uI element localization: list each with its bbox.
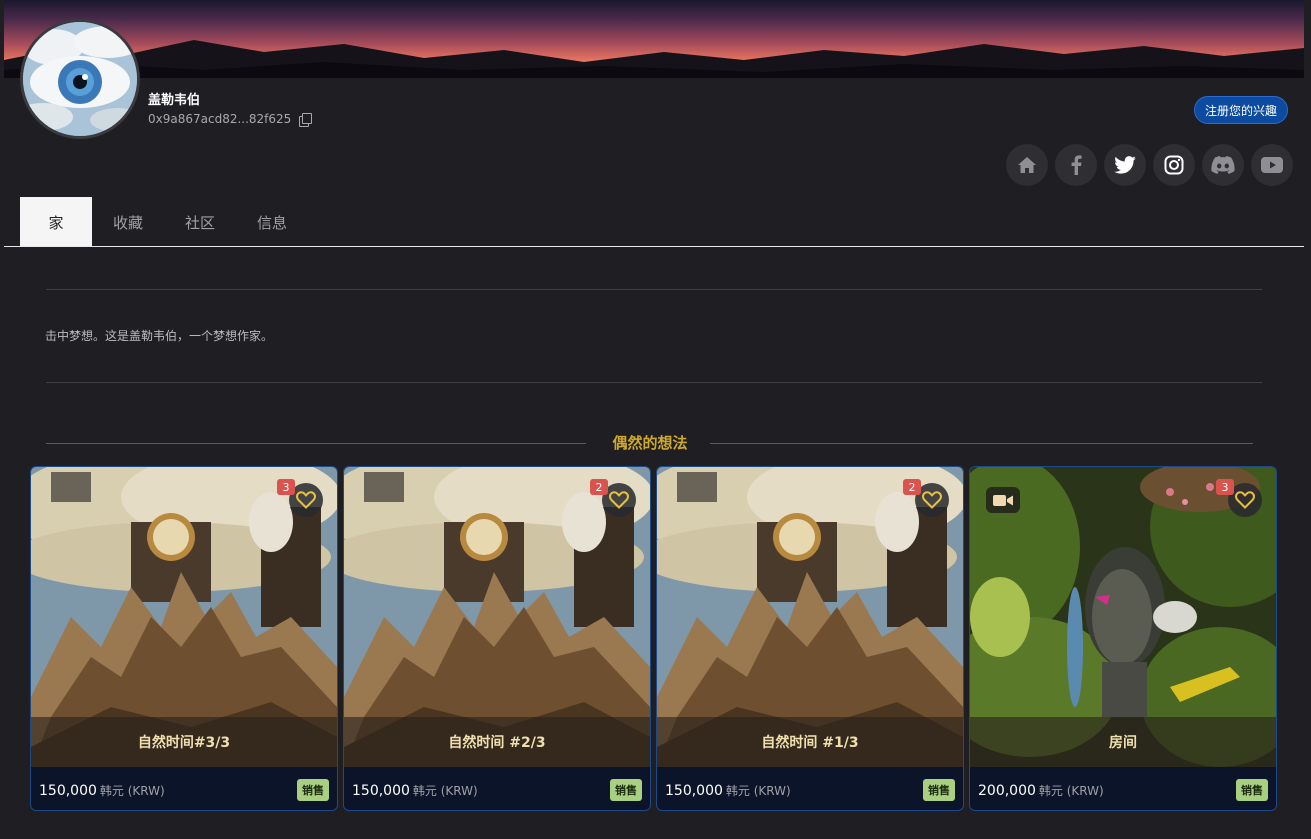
price-value: 200,000: [978, 783, 1036, 799]
copy-icon[interactable]: [299, 113, 313, 127]
price-value: 150,000: [665, 783, 723, 799]
discord-icon[interactable]: [1202, 144, 1244, 186]
artwork-title: 自然时间 #2/3: [344, 717, 650, 767]
card-footer: 150,000 韩元 (KRW) 销售: [657, 767, 963, 810]
video-icon: [986, 487, 1020, 513]
artwork-card[interactable]: 3 自然时间#3/3 150,000 韩元 (KRW) 销售: [30, 466, 338, 811]
profile-name: 盖勒韦伯: [148, 93, 201, 108]
card-footer: 150,000 韩元 (KRW) 销售: [31, 767, 337, 810]
profile-tabs: 家 收藏 社区 信息: [20, 197, 308, 247]
card-footer: 200,000 韩元 (KRW) 销售: [970, 767, 1276, 810]
artwork-grid: 3 自然时间#3/3 150,000 韩元 (KRW) 销售 2 自然时间 #2…: [30, 466, 1277, 811]
register-interest-button[interactable]: 注册您的兴趣: [1194, 96, 1288, 124]
artwork-title: 自然时间#3/3: [31, 717, 337, 767]
social-links: [1006, 144, 1293, 186]
wallet-address: 0x9a867acd82...82f625: [148, 112, 313, 127]
price-value: 150,000: [39, 783, 97, 799]
price-value: 150,000: [352, 783, 410, 799]
home-icon[interactable]: [1006, 144, 1048, 186]
sale-button[interactable]: 销售: [923, 778, 955, 801]
sale-button[interactable]: 销售: [297, 778, 329, 801]
twitter-icon[interactable]: [1104, 144, 1146, 186]
price-currency: 韩元 (KRW): [725, 784, 791, 798]
price-block: 150,000 韩元 (KRW): [352, 780, 478, 799]
profile-bio: 击中梦想。这是盖勒韦伯，一个梦想作家。: [45, 329, 274, 343]
section-line-right: [710, 443, 1253, 444]
tab-community[interactable]: 社区: [164, 197, 236, 247]
bio-divider-bottom: [46, 382, 1262, 383]
sale-button[interactable]: 销售: [610, 778, 642, 801]
artwork-card[interactable]: 2 自然时间 #1/3 150,000 韩元 (KRW) 销售: [656, 466, 964, 811]
tab-collection[interactable]: 收藏: [92, 197, 164, 247]
card-footer: 150,000 韩元 (KRW) 销售: [344, 767, 650, 810]
tab-home[interactable]: 家: [20, 197, 92, 247]
price-block: 150,000 韩元 (KRW): [665, 780, 791, 799]
wallet-address-text: 0x9a867acd82...82f625: [148, 112, 292, 126]
profile-banner: [4, 0, 1304, 78]
price-currency: 韩元 (KRW): [99, 784, 165, 798]
edition-badge: 3: [1216, 479, 1234, 495]
price-currency: 韩元 (KRW): [412, 784, 478, 798]
sale-button[interactable]: 销售: [1236, 778, 1268, 801]
instagram-icon[interactable]: [1153, 144, 1195, 186]
edition-badge: 2: [903, 479, 921, 495]
artwork-card[interactable]: 3 房间 200,000 韩元 (KRW) 销售: [969, 466, 1277, 811]
tab-divider: [4, 246, 1304, 247]
artwork-title: 房间: [970, 717, 1276, 767]
tab-info[interactable]: 信息: [236, 197, 308, 247]
artwork-title: 自然时间 #1/3: [657, 717, 963, 767]
edition-badge: 3: [277, 479, 295, 495]
price-block: 200,000 韩元 (KRW): [978, 780, 1104, 799]
bio-divider-top: [46, 289, 1262, 290]
artwork-card[interactable]: 2 自然时间 #2/3 150,000 韩元 (KRW) 销售: [343, 466, 651, 811]
edition-badge: 2: [590, 479, 608, 495]
price-currency: 韩元 (KRW): [1038, 784, 1104, 798]
avatar: [20, 19, 140, 139]
youtube-icon[interactable]: [1251, 144, 1293, 186]
facebook-icon[interactable]: [1055, 144, 1097, 186]
price-block: 150,000 韩元 (KRW): [39, 780, 165, 799]
